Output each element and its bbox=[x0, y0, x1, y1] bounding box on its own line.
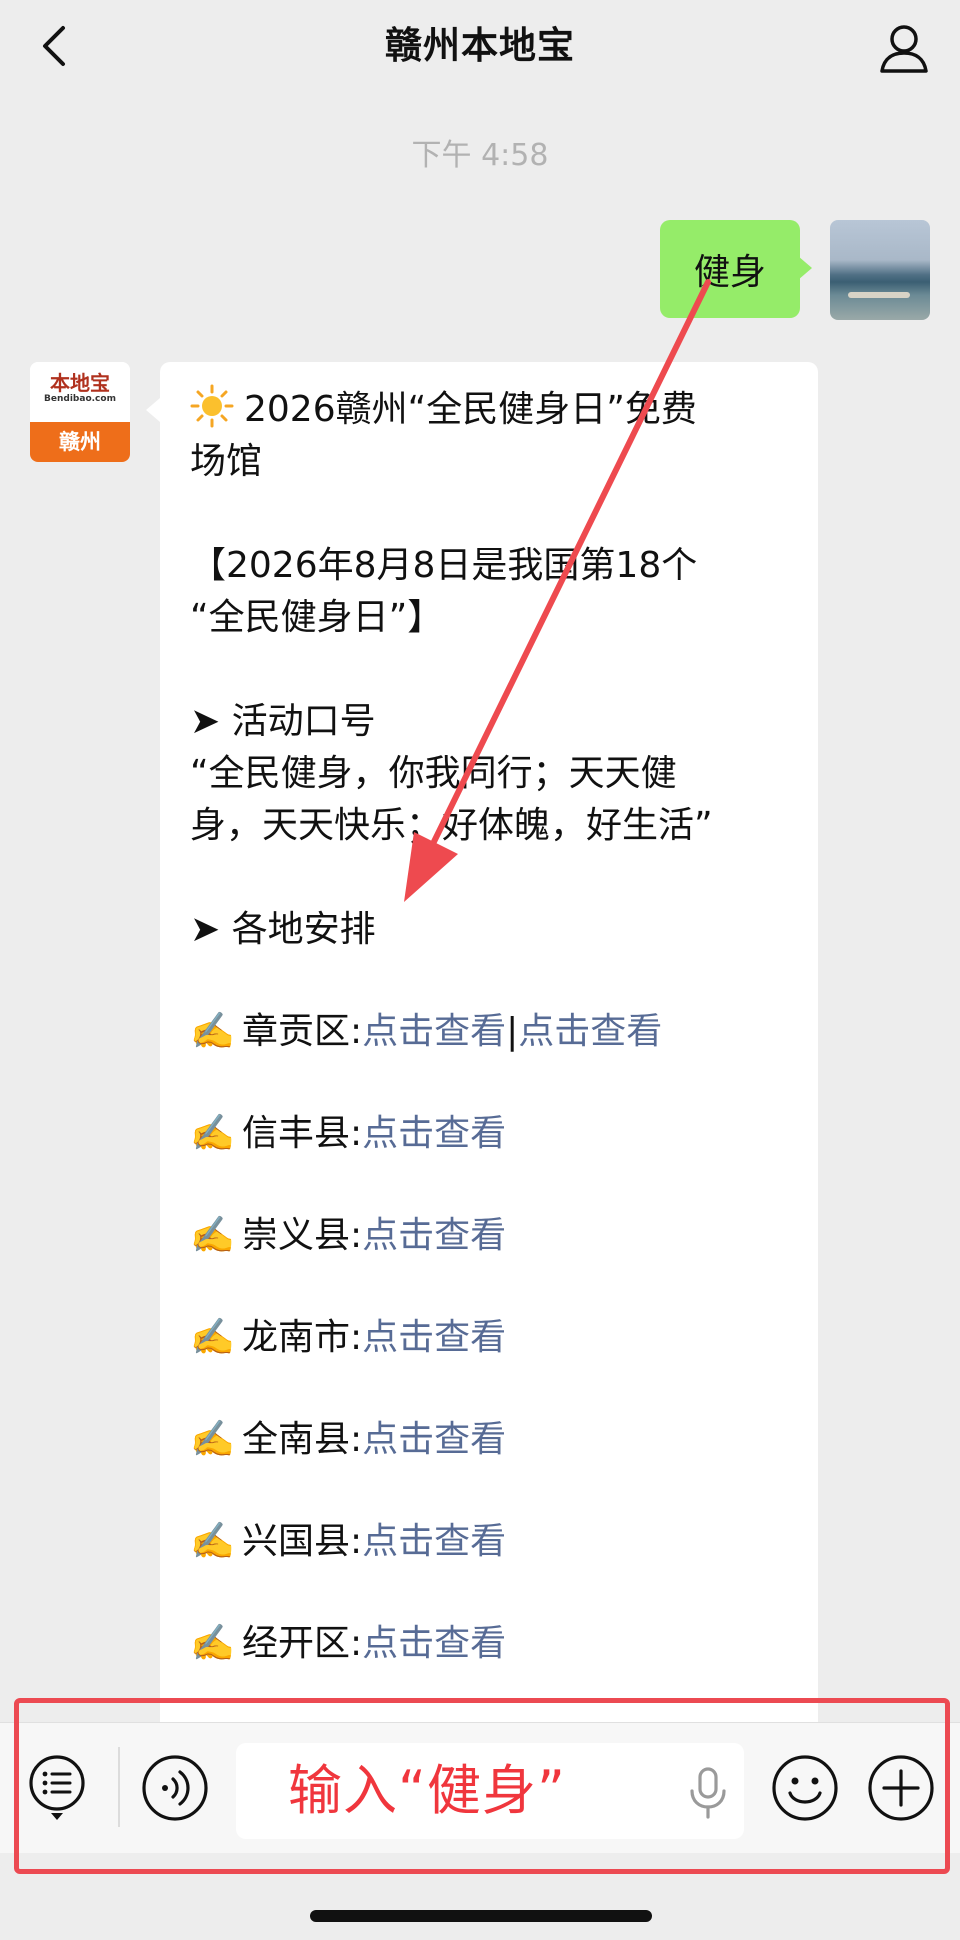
slogan-heading: ➤ 活动口号 bbox=[190, 701, 376, 742]
bot-message-text: 2026赣州“全民健身日”免费 场馆 【2026年8月8日是我国第18个 “全民… bbox=[190, 384, 790, 1670]
message-title-cont: 场馆 bbox=[190, 441, 263, 482]
slogan-line-1: “全民健身，你我同行；天天健 bbox=[190, 753, 677, 794]
notice-line-2: “全民健身日”】 bbox=[190, 597, 444, 638]
nav-bar: 赣州本地宝 bbox=[0, 0, 960, 92]
plus-icon bbox=[868, 1755, 934, 1821]
message-input[interactable]: 输入“健身” bbox=[236, 1743, 744, 1839]
district-name: 全南县: bbox=[242, 1419, 363, 1460]
district-name: 章贡区: bbox=[242, 1011, 363, 1052]
bot-avatar[interactable]: 本地宝 Bendibao.com 赣州 bbox=[30, 362, 130, 462]
writing-hand-icon: ✍️ bbox=[190, 1215, 235, 1256]
writing-hand-icon: ✍️ bbox=[190, 1623, 235, 1664]
menu-icon bbox=[29, 1755, 85, 1820]
plus-button[interactable] bbox=[866, 1753, 936, 1823]
input-hint-text: 输入“健身” bbox=[288, 1759, 566, 1822]
avatar-city-label: 赣州 bbox=[30, 422, 130, 462]
district-row: ✍️ 章贡区:点击查看|点击查看 bbox=[190, 1006, 790, 1058]
page-title: 赣州本地宝 bbox=[385, 24, 575, 67]
district-name: 经开区: bbox=[242, 1623, 363, 1664]
bubble-tail bbox=[146, 398, 160, 422]
input-bar: 输入“健身” bbox=[0, 1722, 960, 1853]
writing-hand-icon: ✍️ bbox=[190, 1011, 235, 1052]
sun-icon bbox=[190, 384, 234, 428]
district-row: ✍️ 经开区:点击查看 bbox=[190, 1618, 790, 1670]
district-name: 兴国县: bbox=[242, 1521, 363, 1562]
view-link[interactable]: 点击查看 bbox=[362, 1623, 506, 1664]
writing-hand-icon: ✍️ bbox=[190, 1419, 235, 1460]
view-link[interactable]: 点击查看 bbox=[362, 1113, 506, 1154]
bot-message-bubble: 2026赣州“全民健身日”免费 场馆 【2026年8月8日是我国第18个 “全民… bbox=[146, 362, 818, 1762]
view-link[interactable]: 点击查看 bbox=[362, 1317, 506, 1358]
view-link[interactable]: 点击查看 bbox=[362, 1215, 506, 1256]
bubble-tail bbox=[798, 256, 812, 280]
district-row: ✍️ 崇义县:点击查看 bbox=[190, 1210, 790, 1262]
arrange-heading: ➤ 各地安排 bbox=[190, 909, 376, 950]
mic-icon bbox=[690, 1767, 726, 1819]
writing-hand-icon: ✍️ bbox=[190, 1113, 235, 1154]
emoji-icon bbox=[772, 1755, 838, 1821]
voice-icon bbox=[142, 1755, 208, 1821]
district-name: 龙南市: bbox=[242, 1317, 363, 1358]
menu-button[interactable] bbox=[24, 1753, 90, 1823]
home-indicator[interactable] bbox=[310, 1910, 652, 1922]
view-link[interactable]: 点击查看 bbox=[362, 1011, 506, 1052]
person-icon bbox=[880, 25, 928, 73]
district-row: ✍️ 兴国县:点击查看 bbox=[190, 1516, 790, 1568]
profile-button[interactable] bbox=[874, 18, 934, 78]
message-timestamp: 下午 4:58 bbox=[411, 138, 549, 173]
slogan-line-2: 身，天天快乐；好体魄，好生活” bbox=[190, 805, 713, 846]
user-message-text: 健身 bbox=[693, 252, 766, 293]
user-avatar[interactable] bbox=[830, 220, 930, 320]
writing-hand-icon: ✍️ bbox=[190, 1521, 235, 1562]
writing-hand-icon: ✍️ bbox=[190, 1317, 235, 1358]
district-row: ✍️ 全南县:点击查看 bbox=[190, 1414, 790, 1466]
mic-button[interactable] bbox=[684, 1765, 732, 1821]
view-link[interactable]: 点击查看 bbox=[518, 1011, 662, 1052]
notice-line-1: 【2026年8月8日是我国第18个 bbox=[190, 545, 698, 586]
district-row: ✍️ 龙南市:点击查看 bbox=[190, 1312, 790, 1364]
avatar-logo-sub: Bendibao.com bbox=[44, 394, 116, 404]
link-separator: | bbox=[506, 1011, 519, 1052]
message-title: 2026赣州“全民健身日”免费 bbox=[244, 389, 697, 430]
district-name: 崇义县: bbox=[242, 1215, 363, 1256]
district-name: 信丰县: bbox=[242, 1113, 363, 1154]
district-row: ✍️ 信丰县:点击查看 bbox=[190, 1108, 790, 1160]
divider bbox=[118, 1747, 120, 1827]
avatar-logo-text: 本地宝 bbox=[50, 371, 110, 395]
user-message-bubble[interactable]: 健身 bbox=[660, 220, 812, 318]
emoji-button[interactable] bbox=[770, 1753, 840, 1823]
view-link[interactable]: 点击查看 bbox=[362, 1419, 506, 1460]
view-link[interactable]: 点击查看 bbox=[362, 1521, 506, 1562]
voice-button[interactable] bbox=[140, 1753, 210, 1823]
